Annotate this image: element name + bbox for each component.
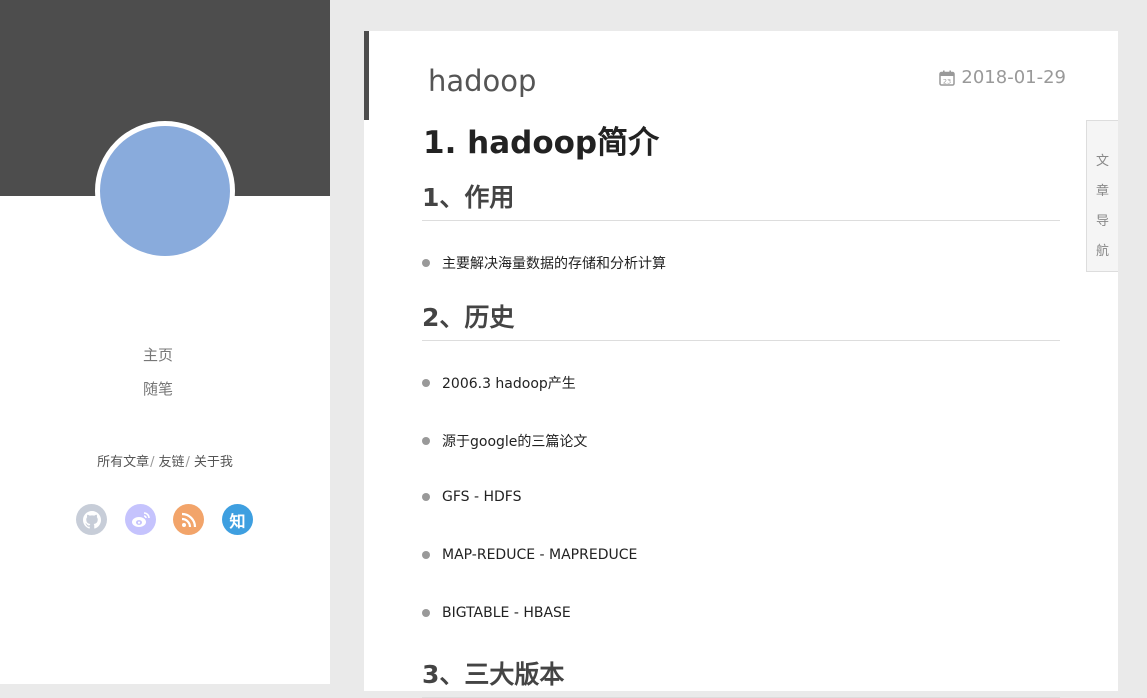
github-icon[interactable] bbox=[76, 504, 107, 535]
link-all-posts[interactable]: 所有文章 bbox=[97, 455, 149, 470]
rss-icon[interactable] bbox=[173, 504, 204, 535]
article-heading-1: 1. hadoop简介 bbox=[423, 125, 660, 161]
link-separator: / bbox=[185, 455, 190, 470]
list-item-text: 源于google的三篇论文 bbox=[442, 434, 588, 450]
toc-char: 航 bbox=[1095, 244, 1109, 259]
list-item: 主要解决海量数据的存储和分析计算 bbox=[422, 253, 666, 273]
card-accent-bar bbox=[364, 31, 369, 120]
social-links: 知 bbox=[76, 504, 256, 536]
sidebar-nav: 主页 随笔 bbox=[0, 338, 316, 406]
post-date: 23 2018-01-29 bbox=[939, 67, 1066, 88]
toc-char: 章 bbox=[1095, 184, 1109, 199]
list-item-text: MAP-REDUCE - MAPREDUCE bbox=[442, 547, 638, 563]
calendar-day: 23 bbox=[943, 77, 951, 85]
link-separator: / bbox=[150, 455, 155, 470]
toc-char: 导 bbox=[1095, 214, 1109, 229]
toc-toggle-tab[interactable]: 文 章 导 航 bbox=[1086, 120, 1118, 272]
list-item: 源于google的三篇论文 bbox=[422, 431, 587, 451]
section-heading: 3、三大版本 bbox=[422, 655, 1060, 698]
list-item-text: BIGTABLE - HBASE bbox=[442, 605, 571, 621]
list-item: GFS - HDFS bbox=[422, 489, 522, 505]
zhihu-icon[interactable]: 知 bbox=[222, 504, 253, 535]
bullet-dot bbox=[422, 379, 430, 387]
bullet-dot bbox=[422, 493, 430, 501]
bullet-dot bbox=[422, 609, 430, 617]
section-heading: 1、作用 bbox=[422, 178, 1060, 221]
bullet-dot bbox=[422, 437, 430, 445]
link-about-me[interactable]: 关于我 bbox=[194, 455, 233, 470]
article-card: hadoop 23 2018-01-29 1. hadoop简介 1、作用 主要… bbox=[364, 31, 1118, 698]
link-friends[interactable]: 友链 bbox=[158, 455, 184, 470]
nav-item-essays[interactable]: 随笔 bbox=[0, 372, 316, 406]
sidebar: 主页 随笔 所有文章/友链/关于我 知 bbox=[0, 0, 330, 684]
weibo-icon[interactable] bbox=[125, 504, 156, 535]
section-heading: 2、历史 bbox=[422, 298, 1060, 341]
list-item-text: 主要解决海量数据的存储和分析计算 bbox=[442, 256, 666, 272]
post-date-text: 2018-01-29 bbox=[961, 67, 1066, 88]
bullet-dot bbox=[422, 259, 430, 267]
sidebar-links: 所有文章/友链/关于我 bbox=[0, 451, 330, 470]
toc-char: 文 bbox=[1095, 154, 1109, 169]
avatar[interactable] bbox=[95, 121, 235, 261]
nav-item-home[interactable]: 主页 bbox=[0, 338, 316, 372]
post-title[interactable]: hadoop bbox=[428, 64, 536, 98]
calendar-icon: 23 bbox=[939, 70, 956, 86]
list-item-text: 2006.3 hadoop产生 bbox=[442, 376, 576, 392]
list-item-text: GFS - HDFS bbox=[442, 489, 522, 505]
bullet-dot bbox=[422, 551, 430, 559]
list-item: MAP-REDUCE - MAPREDUCE bbox=[422, 547, 637, 563]
list-item: 2006.3 hadoop产生 bbox=[422, 373, 576, 393]
list-item: BIGTABLE - HBASE bbox=[422, 605, 571, 621]
